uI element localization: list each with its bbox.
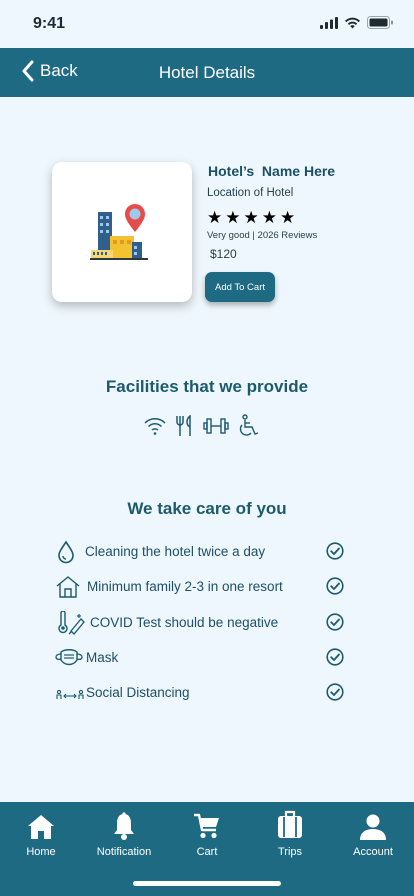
status-time: 9:41 bbox=[33, 15, 66, 32]
facilities-icons bbox=[143, 414, 261, 438]
tab-label: Trips bbox=[277, 846, 303, 858]
restaurant-icon bbox=[176, 415, 191, 436]
hotel-name: Hotel’s Name Here bbox=[208, 163, 336, 179]
hotel-price: $120 bbox=[210, 247, 237, 261]
user-icon bbox=[360, 814, 386, 840]
list-item: Cleaning the hotel twice a day bbox=[55, 538, 355, 566]
star-icon: ★ bbox=[280, 208, 296, 227]
check-circle-icon bbox=[326, 648, 344, 666]
tab-label: Home bbox=[26, 846, 56, 858]
hotel-location: Location of Hotel bbox=[207, 187, 294, 199]
check-circle-icon bbox=[326, 577, 344, 595]
tab-label: Cart bbox=[196, 846, 218, 858]
gym-icon bbox=[203, 418, 229, 434]
house-icon bbox=[56, 576, 80, 598]
star-icon: ★ bbox=[207, 208, 223, 227]
check-circle-icon bbox=[326, 613, 344, 631]
signal-icon bbox=[320, 16, 338, 29]
check-circle-icon bbox=[326, 542, 344, 560]
list-item: COVID Test should be negative bbox=[55, 609, 355, 637]
add-to-cart-button[interactable]: Add To Cart bbox=[205, 272, 275, 302]
tab-account[interactable]: Account bbox=[333, 810, 413, 858]
facilities-title: Facilities that we provide bbox=[105, 377, 309, 396]
mask-icon bbox=[55, 649, 83, 666]
wifi-icon bbox=[144, 418, 166, 435]
status-icons bbox=[320, 16, 394, 29]
list-item: Mask bbox=[55, 644, 355, 672]
page-title: Hotel Details bbox=[158, 63, 256, 82]
status-bar: 9:41 bbox=[0, 0, 414, 48]
reviews-summary: Very good | 2026 Reviews bbox=[207, 230, 318, 241]
tab-notification[interactable]: Notification bbox=[84, 810, 164, 858]
care-item-label: Mask bbox=[86, 650, 119, 665]
rating-stars: ★ ★ ★ ★ ★ bbox=[207, 209, 295, 226]
social-distancing-icon bbox=[56, 689, 84, 699]
nav-bar: Back Hotel Details bbox=[0, 48, 414, 97]
check-circle-icon bbox=[326, 683, 344, 701]
wifi-status-icon bbox=[345, 17, 360, 28]
bell-icon bbox=[114, 812, 134, 840]
battery-icon bbox=[367, 16, 393, 29]
list-item: Social Distancing bbox=[55, 679, 355, 707]
hotel-image-card[interactable] bbox=[52, 162, 192, 302]
star-icon: ★ bbox=[225, 208, 241, 227]
tab-label: Account bbox=[353, 846, 393, 858]
water-drop-icon bbox=[58, 540, 74, 564]
covid-test-icon bbox=[58, 611, 85, 635]
hotel-location-icon bbox=[90, 204, 148, 260]
care-item-label: Social Distancing bbox=[86, 685, 190, 700]
tab-cart[interactable]: Cart bbox=[167, 810, 247, 858]
tab-label: Notification bbox=[96, 846, 152, 858]
care-item-label: Minimum family 2-3 in one resort bbox=[87, 579, 283, 594]
tab-trips[interactable]: Trips bbox=[250, 810, 330, 858]
star-icon: ★ bbox=[243, 208, 259, 227]
list-item: Minimum family 2-3 in one resort bbox=[55, 573, 355, 601]
care-item-label: Cleaning the hotel twice a day bbox=[85, 544, 266, 559]
cart-icon bbox=[194, 813, 219, 839]
care-item-label: COVID Test should be negative bbox=[90, 615, 279, 630]
tab-home[interactable]: Home bbox=[1, 810, 81, 858]
home-indicator bbox=[133, 881, 281, 886]
care-title: We take care of you bbox=[127, 499, 287, 518]
home-icon bbox=[28, 815, 54, 839]
accessibility-icon bbox=[239, 414, 259, 436]
star-icon: ★ bbox=[261, 208, 277, 227]
suitcase-icon bbox=[278, 810, 302, 838]
